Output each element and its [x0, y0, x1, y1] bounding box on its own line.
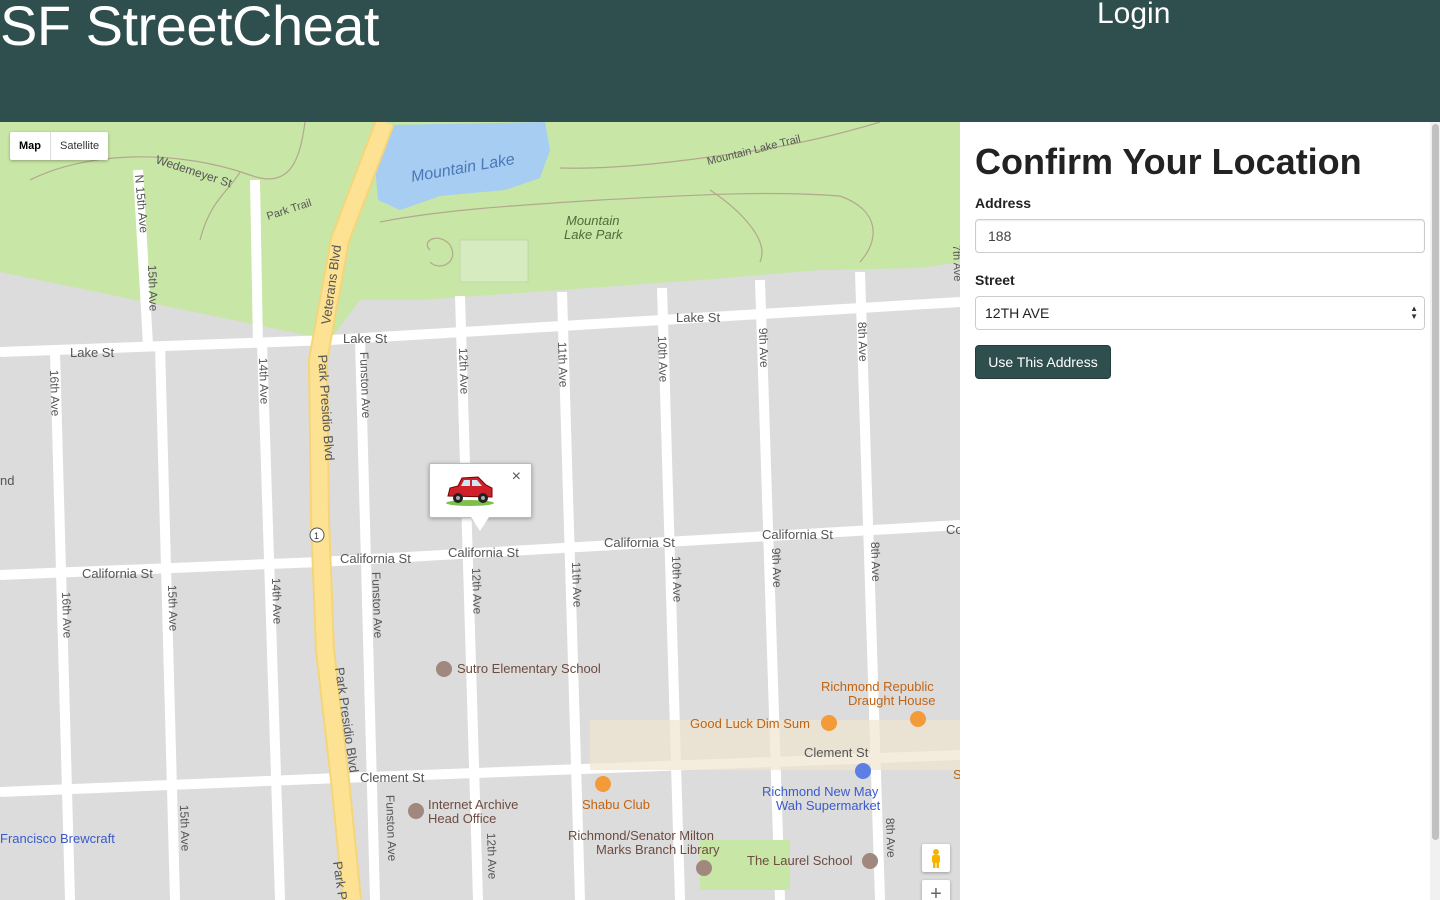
- school-icon: [436, 661, 452, 677]
- label-nd: nd: [0, 473, 14, 488]
- label-9th-2: 9th Ave: [769, 548, 784, 589]
- school-icon: [862, 853, 878, 869]
- label-14th-1: 14th Ave: [256, 358, 272, 405]
- location-panel: Confirm Your Location Address 188 Street…: [960, 122, 1430, 900]
- label-lake-st-2: Lake St: [343, 331, 387, 346]
- park-field: [459, 239, 529, 283]
- label-12th-1: 12th Ave: [456, 348, 472, 395]
- label-lake-st-3: Lake St: [676, 310, 720, 325]
- map-container[interactable]: Mountain Lake Mountain Lake Trail Mounta…: [0, 122, 960, 900]
- brand-title[interactable]: SF StreetCheat: [0, 0, 379, 58]
- route-1-label: 1: [314, 531, 319, 541]
- label-park-1: Mountain: [566, 213, 619, 228]
- label-clement-1: Clement St: [360, 770, 425, 785]
- label-9th-1: 9th Ave: [756, 328, 771, 369]
- restaurant-icon: [910, 711, 926, 727]
- label-16th-2: 16th Ave: [59, 592, 75, 639]
- poi-shabu: Shabu Club: [582, 797, 650, 812]
- address-input[interactable]: 188: [975, 219, 1425, 253]
- poi-richmond-republic-1: Richmond Republic: [821, 679, 934, 694]
- poi-brewcraft: Francisco Brewcraft: [0, 831, 115, 846]
- label-12th-3: 12th Ave: [484, 833, 500, 880]
- label-funston-3: Funston Ave: [383, 795, 399, 862]
- poi-sutro: Sutro Elementary School: [457, 661, 601, 676]
- label-14th-2: 14th Ave: [269, 578, 285, 625]
- scrollbar-thumb[interactable]: [1432, 124, 1439, 840]
- label-california-3: California St: [448, 545, 519, 560]
- label-lake-st-1: Lake St: [70, 345, 114, 360]
- poi-library-2: Marks Branch Library: [596, 842, 720, 857]
- label-co: Co: [946, 522, 960, 537]
- map-type-control: Map Satellite: [10, 132, 109, 160]
- zoom-in-button[interactable]: +: [922, 880, 950, 900]
- map-type-map-button[interactable]: Map: [10, 132, 51, 160]
- label-california-2: California St: [340, 551, 411, 566]
- label-11th-2: 11th Ave: [569, 562, 585, 608]
- street-select[interactable]: 12TH AVE ▲ ▼: [975, 296, 1425, 330]
- label-10th-2: 10th Ave: [669, 556, 685, 603]
- info-window-pointer: [471, 517, 489, 531]
- select-arrows-icon: ▲ ▼: [1410, 304, 1418, 321]
- street-select-value: 12TH AVE: [985, 305, 1050, 321]
- poi-library-1: Richmond/Senator Milton: [568, 828, 714, 843]
- page-title: Confirm Your Location: [975, 141, 1362, 182]
- label-california-4: California St: [604, 535, 675, 550]
- label-11th-1: 11th Ave: [555, 342, 571, 388]
- info-window-close-button[interactable]: ×: [512, 468, 521, 486]
- restaurant-icon: [595, 776, 611, 792]
- label-s: S: [953, 767, 960, 782]
- poi-richmond-new-may-2: Wah Supermarket: [776, 798, 881, 813]
- library-icon: [696, 860, 712, 876]
- label-16th-1: 16th Ave: [47, 370, 63, 417]
- label-california-5: California St: [762, 527, 833, 542]
- label-clement-2: Clement St: [804, 745, 869, 760]
- label-park-2: Lake Park: [564, 227, 624, 242]
- office-icon: [408, 803, 424, 819]
- navbar: SF StreetCheat Login: [0, 0, 1440, 122]
- label-15th-3: 15th Ave: [177, 805, 193, 852]
- label-funston-2: Funston Ave: [369, 572, 385, 639]
- poi-good-luck: Good Luck Dim Sum: [690, 716, 810, 731]
- restaurant-icon: [821, 715, 837, 731]
- map-type-satellite-button[interactable]: Satellite: [51, 132, 108, 160]
- poi-richmond-new-may-1: Richmond New May: [762, 784, 879, 799]
- poi-laurel: The Laurel School: [747, 853, 853, 868]
- label-15th-2: 15th Ave: [165, 585, 181, 632]
- pegman-icon: [932, 849, 940, 868]
- label-8th-3: 8th Ave: [883, 818, 898, 859]
- label-12th-2: 12th Ave: [469, 568, 485, 615]
- address-label: Address: [975, 195, 1032, 211]
- label-10th-1: 10th Ave: [655, 336, 671, 383]
- poi-internet-archive-1: Internet Archive: [428, 797, 518, 812]
- label-15th-1: 15th Ave: [145, 265, 161, 312]
- poi-internet-archive-2: Head Office: [428, 811, 496, 826]
- street-label: Street: [975, 272, 1015, 288]
- car-icon: [446, 476, 494, 506]
- pegman-button[interactable]: [922, 844, 950, 872]
- label-8th-2: 8th Ave: [868, 542, 883, 583]
- login-link[interactable]: Login: [1097, 0, 1170, 32]
- info-window: ×: [429, 463, 532, 518]
- page-scrollbar[interactable]: [1430, 122, 1440, 900]
- label-7th: 7th Ave: [950, 245, 960, 282]
- poi-richmond-republic-2: Draught House: [848, 693, 935, 708]
- shopping-cart-icon: [855, 763, 871, 779]
- label-8th-1: 8th Ave: [855, 322, 870, 363]
- use-this-address-button[interactable]: Use This Address: [975, 345, 1111, 379]
- label-california-1: California St: [82, 566, 153, 581]
- label-funston-1: Funston Ave: [357, 352, 373, 419]
